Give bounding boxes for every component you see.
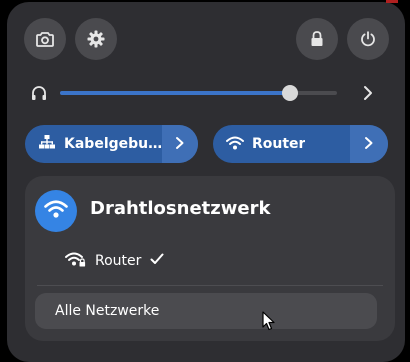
chevron-right-icon[interactable] xyxy=(361,85,375,105)
lock-button[interactable] xyxy=(296,18,338,60)
lock-icon xyxy=(310,31,324,47)
wifi-secured-icon xyxy=(65,251,87,271)
wifi-toggle[interactable]: Router xyxy=(213,125,388,163)
all-networks-label: Alle Netzwerke xyxy=(55,303,160,319)
power-icon xyxy=(360,31,376,47)
screen-edge-indicator xyxy=(386,0,398,3)
checkmark-icon xyxy=(150,253,164,269)
chevron-right-icon xyxy=(174,135,186,154)
wired-network-toggle-main[interactable]: Kabelgebu… xyxy=(25,125,162,163)
settings-button[interactable] xyxy=(75,18,117,60)
wifi-label: Router xyxy=(252,136,306,152)
network-wired-icon xyxy=(38,134,56,154)
wifi-menu-title: Drahtlosnetzwerk xyxy=(90,198,271,219)
divider xyxy=(37,285,383,286)
volume-fill xyxy=(60,91,290,95)
network-name: Router xyxy=(95,253,142,269)
quick-settings-panel: Kabelgebu… Router Drahtlosnetzwerk Route… xyxy=(7,2,405,362)
wired-network-toggle[interactable]: Kabelgebu… xyxy=(25,125,198,163)
wifi-menu-icon-badge xyxy=(35,190,77,232)
network-item-router[interactable]: Router xyxy=(65,250,164,272)
wifi-icon xyxy=(226,135,244,154)
gear-icon xyxy=(87,30,105,48)
volume-slider-row xyxy=(7,78,405,108)
headphones-icon xyxy=(31,85,47,105)
all-networks-button[interactable]: Alle Netzwerke xyxy=(35,293,377,329)
wifi-menu: Drahtlosnetzwerk Router Alle Netzwerke xyxy=(25,176,395,341)
volume-slider-handle[interactable] xyxy=(281,85,298,101)
wired-network-label: Kabelgebu… xyxy=(64,136,163,152)
camera-icon xyxy=(36,31,54,47)
screenshot-button[interactable] xyxy=(24,18,66,60)
mouse-cursor-icon xyxy=(262,311,276,335)
wifi-expand-button[interactable] xyxy=(350,125,388,163)
chevron-right-icon xyxy=(363,135,375,154)
wired-network-expand-button[interactable] xyxy=(162,125,198,163)
power-button[interactable] xyxy=(347,18,389,60)
wifi-icon xyxy=(44,200,68,222)
wifi-toggle-main[interactable]: Router xyxy=(213,125,350,163)
